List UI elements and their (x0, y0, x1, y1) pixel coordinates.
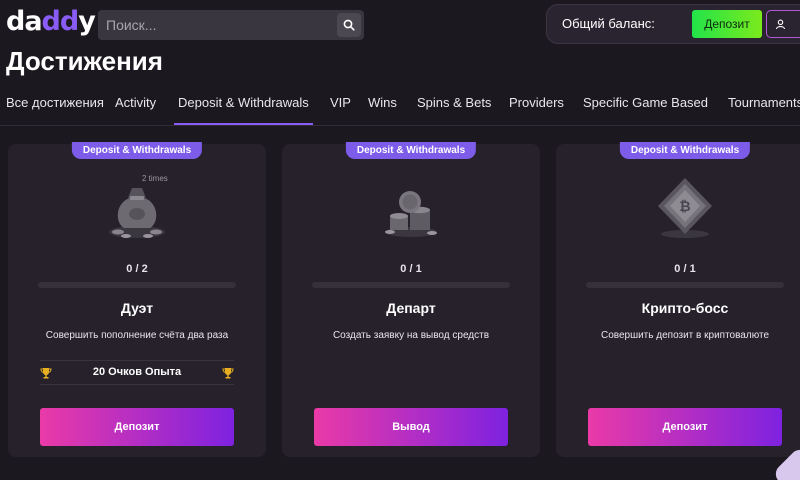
bitcoin-diamond-icon: ₿ (658, 178, 712, 238)
trophy-icon (222, 368, 234, 379)
achievement-card: Deposit & Withdrawals 2 times 0 / 2 Дуэт… (8, 142, 266, 457)
withdraw-button[interactable]: Вывод (314, 408, 508, 446)
search-bar (98, 10, 364, 40)
balance-label: Общий баланс: (562, 16, 655, 31)
tab-vip[interactable]: VIP (330, 95, 351, 110)
tab-all-achievements[interactable]: Все достижения (6, 95, 104, 110)
progress-text: 0 / 1 (400, 263, 422, 275)
achievement-name: Дуэт (120, 300, 154, 316)
tab-spins-bets[interactable]: Spins & Bets (417, 95, 491, 110)
achievement-description: Создать заявку на вывод средств (332, 330, 490, 341)
achievement-card: Deposit & Withdrawals 0 / 1 Департ Созда… (282, 142, 540, 457)
tab-wins[interactable]: Wins (368, 95, 397, 110)
reward-text: 20 Очков Опыта (92, 366, 182, 378)
logo-text-accent: dd (41, 6, 80, 37)
deposit-button[interactable]: Депозит (588, 408, 782, 446)
user-icon (775, 19, 786, 29)
image-overlay-label: 2 times (142, 174, 168, 183)
achievement-image: 2 times (102, 172, 172, 242)
coin-stack-icon (385, 191, 437, 237)
achievement-name: Департ (386, 300, 436, 316)
progress-text: 0 / 2 (126, 263, 148, 275)
achievement-description: Совершить депозит в криптовалюте (600, 330, 770, 341)
tab-tournaments[interactable]: Tournaments (728, 95, 800, 110)
tab-providers[interactable]: Providers (509, 95, 564, 110)
progress-bar (38, 282, 236, 288)
category-badge: Deposit & Withdrawals (345, 142, 477, 159)
svg-text:₿: ₿ (679, 199, 690, 215)
progress-bar (312, 282, 510, 288)
logo-text-prefix: da (6, 6, 43, 37)
category-badge: Deposit & Withdrawals (71, 142, 203, 159)
achievement-card: Deposit & Withdrawals ₿ 0 / 1 Крипто-бос… (556, 142, 800, 457)
logo-text-suffix: y (78, 6, 96, 37)
page-title: Достижения (6, 46, 163, 76)
deposit-button[interactable]: Депозит (40, 408, 234, 446)
achievement-description: Совершить пополнение счёта два раза (45, 330, 229, 341)
search-button[interactable] (337, 13, 361, 37)
achievement-image (376, 172, 446, 242)
tab-deposit-withdrawals[interactable]: Deposit & Withdrawals (174, 95, 313, 125)
search-icon (343, 19, 355, 31)
progress-text: 0 / 1 (674, 263, 696, 275)
progress-bar (586, 282, 784, 288)
achievement-name: Крипто-босс (641, 300, 729, 316)
search-input[interactable] (98, 10, 337, 40)
tab-activity[interactable]: Activity (115, 95, 156, 110)
reward-row: 20 Очков Опыта (40, 360, 234, 385)
achievement-image: ₿ (650, 172, 720, 242)
logo[interactable]: daddy (6, 6, 96, 37)
tab-specific-game-based[interactable]: Specific Game Based (583, 95, 708, 110)
category-tabs: Все достижения Activity Deposit & Withdr… (0, 88, 800, 126)
header-deposit-button[interactable]: Депозит (692, 10, 762, 38)
user-menu-button[interactable] (766, 10, 800, 38)
category-badge: Deposit & Withdrawals (619, 142, 751, 159)
